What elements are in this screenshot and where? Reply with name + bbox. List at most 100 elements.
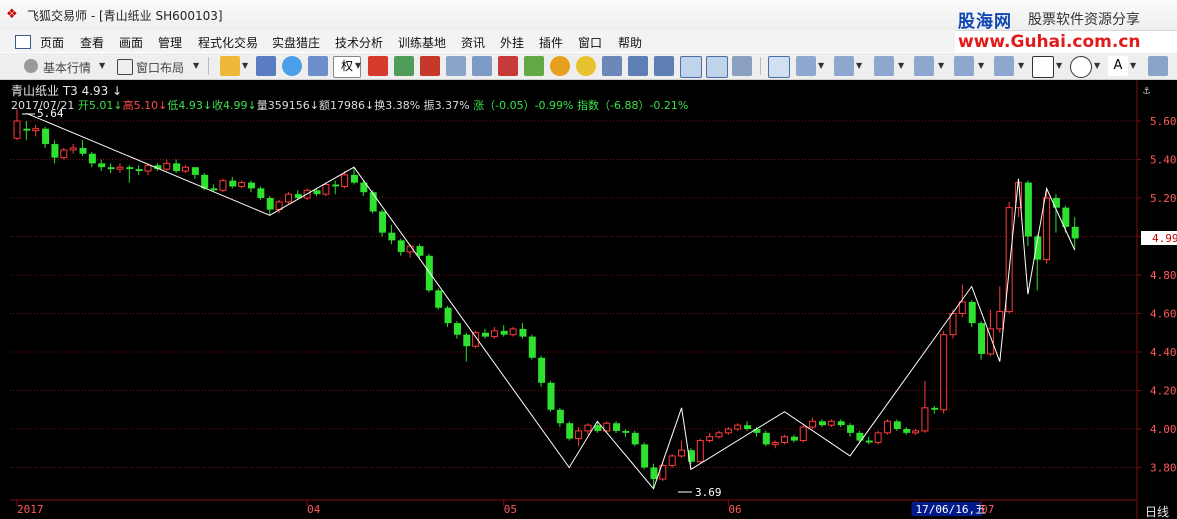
alert-icon[interactable] [498, 56, 518, 76]
candle-body-up [341, 174, 349, 187]
price-tick-label: 4.60 [1150, 308, 1177, 321]
line-tool-icon[interactable] [796, 56, 816, 76]
window-layout-button[interactable]: 窗口布局 [136, 59, 184, 76]
chevron-down-icon[interactable]: ▼ [193, 61, 199, 70]
copy-icon[interactable] [446, 56, 466, 76]
chevron-down-icon[interactable]: ▼ [1056, 61, 1062, 70]
candle-body-up [781, 436, 789, 443]
tag-icon[interactable] [524, 56, 544, 76]
candle-body-down [79, 147, 87, 154]
basic-quote-button[interactable]: 基本行情 [43, 59, 91, 76]
kline-view-icon[interactable] [680, 56, 702, 78]
brand-url: www.Guhai.com.cn [958, 32, 1141, 52]
chart-window-icon[interactable] [628, 56, 648, 76]
date-tick-label: 04 [307, 503, 321, 516]
candle-body-down [631, 432, 639, 445]
anchor-icon[interactable]: ⚓ [1143, 83, 1151, 97]
menu-window[interactable]: 窗口 [578, 34, 602, 51]
candle-body-down [613, 423, 621, 431]
vertical-lines-icon[interactable] [874, 56, 894, 76]
candle-body-down [1071, 226, 1079, 239]
menu-tech-analysis[interactable]: 技术分析 [335, 34, 383, 51]
price-tick-label: 5.40 [1150, 154, 1177, 167]
open-folder-icon[interactable] [220, 56, 240, 76]
candle-body-down [556, 409, 564, 424]
window-layout-icon[interactable] [117, 59, 133, 75]
menu-page[interactable]: 页面 [40, 34, 64, 51]
menu-plugin-external[interactable]: 外挂 [500, 34, 524, 51]
chevron-down-icon[interactable]: ▼ [355, 61, 361, 70]
menu-help[interactable]: 帮助 [618, 34, 642, 51]
price-tick-label: 4.40 [1150, 346, 1177, 359]
menu-info[interactable]: 资讯 [461, 34, 485, 51]
parallel-line-icon[interactable] [834, 56, 854, 76]
menu-manage[interactable]: 管理 [158, 34, 182, 51]
low-value: 低4.93↓ [167, 99, 213, 112]
save-icon[interactable] [256, 56, 276, 76]
gann-icon[interactable] [994, 56, 1014, 76]
window-title: 飞狐交易师 - [青山纸业 SH600103] [27, 9, 223, 23]
indicator-icon[interactable] [368, 56, 388, 76]
channel-icon[interactable] [954, 56, 974, 76]
close-x-icon[interactable] [394, 56, 414, 76]
settings-gear-icon[interactable] [576, 56, 596, 76]
menu-live-hunting[interactable]: 实盘猎庄 [272, 34, 320, 51]
candle-body-up [940, 334, 948, 411]
candle-body-up [575, 430, 583, 440]
chevron-down-icon[interactable]: ▼ [898, 61, 904, 70]
basic-quote-icon[interactable] [24, 59, 38, 73]
candle-body-up [219, 180, 227, 191]
period-label[interactable]: 日线 [1145, 505, 1169, 519]
rectangle-icon[interactable] [1032, 56, 1054, 78]
date-axis: 2017 04 05 06 17/06/16,五07 [16, 500, 994, 516]
zoom-icon[interactable] [308, 56, 328, 76]
candle-body-down [547, 382, 555, 410]
kline-chart-area[interactable]: 5.605.405.205.004.804.604.404.204.003.80… [0, 80, 1177, 519]
ellipse-icon[interactable] [1070, 56, 1092, 78]
chevron-down-icon[interactable]: ▼ [818, 61, 824, 70]
document-icon[interactable] [472, 56, 492, 76]
candle-body-up [668, 455, 676, 467]
app-logo-icon: ❖ [6, 7, 18, 22]
multi-window-icon[interactable] [706, 56, 728, 78]
chevron-down-icon[interactable]: ▼ [1130, 61, 1136, 70]
candle-body-up [322, 184, 330, 195]
index-change-value: 指数（-6.88）-0.21% [577, 99, 689, 112]
draw-tool-icon[interactable] [768, 56, 790, 78]
menu-plugins[interactable]: 插件 [539, 34, 563, 51]
chevron-down-icon[interactable]: ▼ [856, 61, 862, 70]
menu-view[interactable]: 查看 [80, 34, 104, 51]
candle-body-up [724, 428, 732, 434]
menu-program-trading[interactable]: 程式化交易 [198, 34, 258, 51]
candle-body-down [388, 232, 396, 241]
crosshair-icon[interactable] [282, 56, 302, 76]
candle-body-up [181, 166, 189, 172]
candle-body-down [248, 182, 255, 189]
menu-screen[interactable]: 画面 [119, 34, 143, 51]
grid-icon[interactable] [602, 56, 622, 76]
candle-body-up [827, 420, 835, 426]
chevron-down-icon[interactable]: ▼ [938, 61, 944, 70]
chevron-down-icon[interactable]: ▼ [242, 61, 248, 70]
list-icon[interactable] [420, 56, 440, 76]
candle-body-down [107, 167, 115, 170]
line-chart-icon[interactable] [654, 56, 674, 76]
fan-lines-icon[interactable] [914, 56, 934, 76]
chevron-down-icon[interactable]: ▼ [1094, 61, 1100, 70]
print-icon[interactable] [732, 56, 752, 76]
candle-body-down [744, 425, 752, 429]
high-value: 高5.10↓ [122, 99, 168, 112]
chevron-down-icon[interactable]: ▼ [99, 61, 105, 70]
chevron-down-icon[interactable]: ▼ [978, 61, 984, 70]
warning-icon[interactable] [550, 56, 570, 76]
copy-draw-icon[interactable] [1148, 56, 1168, 76]
brand-slogan: 股票软件资源分享 [1028, 12, 1140, 28]
chevron-down-icon[interactable]: ▼ [1018, 61, 1024, 70]
candle-body-up [1043, 197, 1051, 261]
menu-training-base[interactable]: 训练基地 [398, 34, 446, 51]
candle-body-down [210, 188, 218, 191]
candle-body-down [837, 421, 845, 426]
text-tool-icon[interactable]: A [1108, 56, 1128, 76]
system-menu-icon[interactable] [15, 35, 31, 49]
candle-body-up [696, 440, 704, 463]
